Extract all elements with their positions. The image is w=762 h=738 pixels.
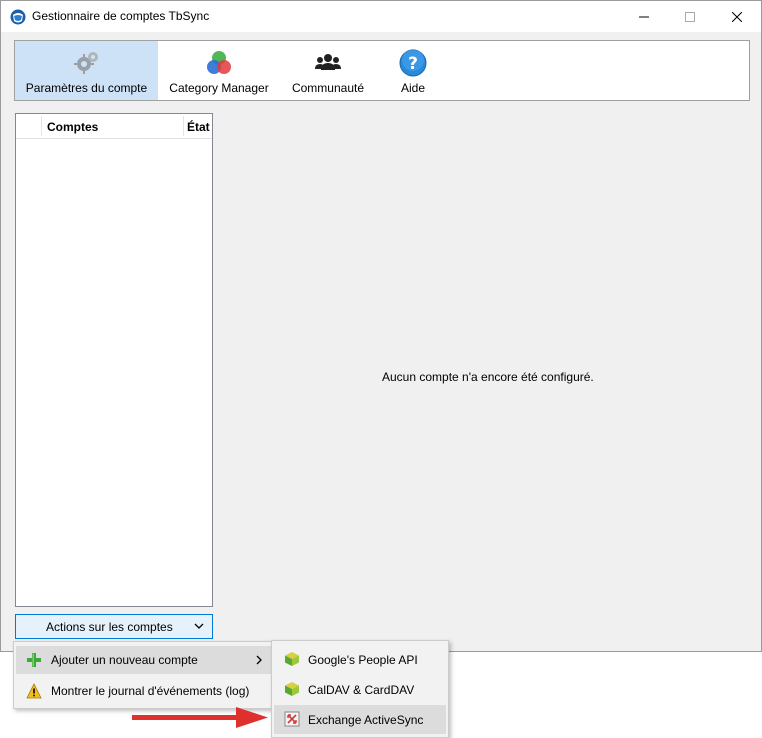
submenu-item-exchange-activesync[interactable]: Exchange ActiveSync (274, 705, 446, 734)
submenu-item-exchange-activesync-label: Exchange ActiveSync (308, 713, 424, 727)
tab-help-label: Aide (400, 81, 426, 95)
accounts-list[interactable]: Comptes État (15, 113, 213, 607)
accounts-list-header: Comptes État (16, 114, 212, 139)
maximize-icon (685, 11, 695, 22)
tab-account-settings-label: Paramètres du compte (25, 81, 148, 95)
account-actions-menu: Ajouter un nouveau compte Montrer le jou… (13, 641, 275, 709)
red-pointer-arrow-icon (132, 707, 268, 728)
chevron-down-icon (194, 623, 204, 629)
close-button[interactable] (714, 1, 760, 32)
svg-text:?: ? (408, 54, 418, 74)
thunderbird-icon (10, 9, 26, 25)
menu-item-add-account-label: Ajouter un nouveau compte (51, 653, 198, 667)
tab-category-manager[interactable]: Category Manager (160, 41, 278, 100)
title-bar[interactable]: Gestionnaire de comptes TbSync (1, 1, 761, 32)
menu-item-show-log-label: Montrer le journal d'événements (log) (51, 684, 250, 698)
column-separator (183, 116, 184, 136)
minimize-button[interactable] (621, 1, 667, 32)
tab-community[interactable]: Communauté (282, 41, 374, 100)
empty-accounts-message: Aucun compte n'a encore été configuré. (382, 370, 594, 384)
submenu-item-google-people-api[interactable]: Google's People API (274, 645, 446, 674)
menu-item-show-log[interactable]: Montrer le journal d'événements (log) (16, 677, 272, 705)
column-header-accounts[interactable]: Comptes (47, 120, 98, 134)
submenu-item-google-people-api-label: Google's People API (308, 653, 418, 667)
warning-icon (26, 683, 42, 699)
column-header-state[interactable]: État (187, 120, 210, 134)
main-toolbar: Paramètres du compte Category Manager Co… (14, 40, 750, 101)
tab-account-settings[interactable]: Paramètres du compte (15, 41, 158, 100)
chevron-right-icon (256, 655, 262, 665)
add-account-submenu: Google's People API CalDAV & CardDAV Exc… (271, 640, 449, 738)
tbsync-window: Gestionnaire de comptes TbSync Paramètre… (0, 0, 762, 652)
menu-item-add-account[interactable]: Ajouter un nouveau compte (16, 646, 272, 674)
minimize-icon (639, 16, 649, 17)
help-icon: ? (399, 49, 427, 77)
tab-help[interactable]: ? Aide (377, 41, 449, 100)
community-icon (315, 54, 341, 70)
account-actions-button[interactable]: Actions sur les comptes (15, 614, 213, 639)
close-icon (732, 11, 742, 22)
plus-icon (27, 653, 41, 667)
provider-cube-icon (285, 652, 299, 666)
submenu-item-caldav-carddav[interactable]: CalDAV & CardDAV (274, 675, 446, 704)
tab-category-manager-label: Category Manager (169, 81, 269, 95)
category-manager-icon (207, 51, 231, 74)
account-actions-label: Actions sur les comptes (46, 620, 173, 634)
column-separator (41, 116, 42, 136)
gears-icon (73, 52, 98, 74)
submenu-item-caldav-carddav-label: CalDAV & CardDAV (308, 683, 415, 697)
window-title: Gestionnaire de comptes TbSync (32, 9, 210, 23)
maximize-button[interactable] (667, 1, 713, 32)
provider-cube-icon (285, 682, 299, 696)
tab-community-label: Communauté (291, 81, 365, 95)
eas-icon (284, 711, 300, 727)
